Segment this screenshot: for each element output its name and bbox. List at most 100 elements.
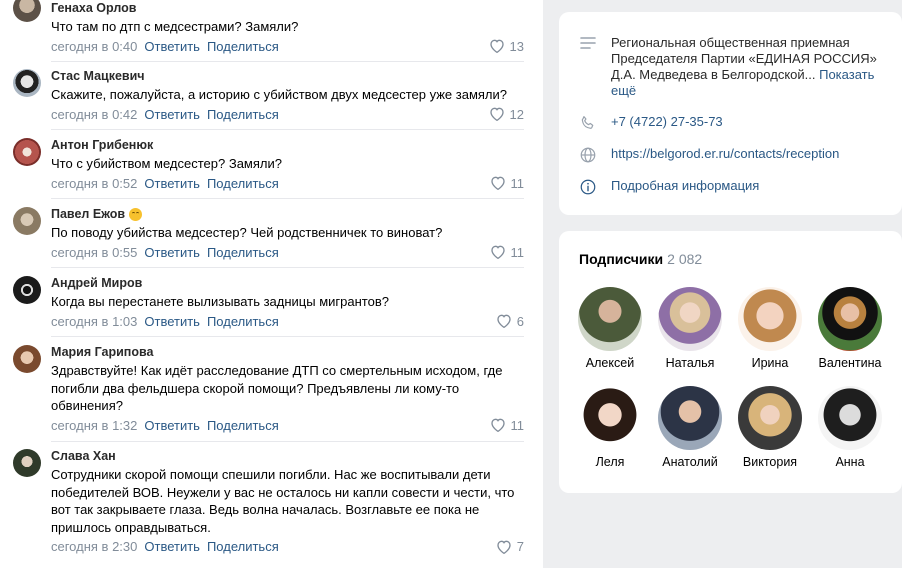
heart-icon <box>489 107 504 121</box>
avatar <box>738 386 802 450</box>
subscriber-name: Анна <box>835 455 865 469</box>
comment-author[interactable]: Павел Ежов <box>51 207 524 222</box>
contacts-panel: Региональная общественная приемная Предс… <box>559 12 902 215</box>
subscriber-item[interactable]: Валентина <box>810 287 890 370</box>
phone-link[interactable]: +7 (4722) 27-35-73 <box>611 114 723 135</box>
comment-date[interactable]: сегодня в 1:32 <box>51 418 137 433</box>
reply-link[interactable]: Ответить <box>144 418 200 433</box>
comment-meta: сегодня в 0:55 Ответить Поделиться 11 <box>51 245 524 260</box>
avatar[interactable] <box>13 345 41 373</box>
comments-list: Генаха Орлов Что там по дтп с медсестрам… <box>0 0 543 568</box>
subscriber-item[interactable]: Наталья <box>650 287 730 370</box>
subscriber-name: Леля <box>595 455 625 469</box>
comment-author[interactable]: Мария Гарипова <box>51 345 524 360</box>
comment-date[interactable]: сегодня в 0:40 <box>51 39 137 54</box>
reply-link[interactable]: Ответить <box>144 107 200 122</box>
subscriber-item[interactable]: Анна <box>810 386 890 469</box>
like-button[interactable]: 12 <box>489 107 524 122</box>
phone-row[interactable]: +7 (4722) 27-35-73 <box>579 114 888 135</box>
avatar[interactable] <box>13 138 41 166</box>
subscriber-name: Ирина <box>751 356 789 370</box>
heart-icon <box>497 314 511 328</box>
comment-author[interactable]: Андрей Миров <box>51 276 524 291</box>
like-count: 11 <box>510 244 525 260</box>
description-text: Региональная общественная приемная Предс… <box>611 35 888 99</box>
like-count: 7 <box>516 539 524 554</box>
like-button[interactable]: 11 <box>490 417 525 433</box>
reply-link[interactable]: Ответить <box>144 176 200 191</box>
reply-link[interactable]: Ответить <box>144 539 200 554</box>
like-button[interactable]: 13 <box>489 39 524 54</box>
subscriber-item[interactable]: Ирина <box>730 287 810 370</box>
subscriber-item[interactable]: Алексей <box>570 287 650 370</box>
reply-link[interactable]: Ответить <box>144 39 200 54</box>
comment-meta: сегодня в 0:42 Ответить Поделиться 12 <box>51 107 524 122</box>
like-button[interactable]: 11 <box>490 176 524 191</box>
comment-text: Когда вы перестанете вылизывать задницы … <box>51 294 389 309</box>
comment-date[interactable]: сегодня в 0:42 <box>51 107 137 122</box>
avatar[interactable] <box>13 0 41 22</box>
heart-icon <box>497 540 511 554</box>
avatar <box>738 287 802 351</box>
avatar[interactable] <box>13 69 41 97</box>
subscribers-panel: Подписчики 2 082 Алексей Наталья Ирина Ва… <box>559 231 902 493</box>
info-icon <box>579 178 599 199</box>
info-row[interactable]: Подробная информация <box>579 178 888 199</box>
comment-author[interactable]: Слава Хан <box>51 449 524 464</box>
comment-date[interactable]: сегодня в 0:55 <box>51 245 137 260</box>
comment-text: Сотрудники скорой помощи спешили погибли… <box>51 467 515 535</box>
subscriber-name: Виктория <box>742 455 798 469</box>
avatar[interactable] <box>13 276 41 304</box>
avatar <box>578 287 642 351</box>
subscriber-name: Алексей <box>585 356 635 370</box>
comment-text: Что там по дтп с медсестрами? Замяли? <box>51 19 299 34</box>
website-link[interactable]: https://belgorod.er.ru/contacts/receptio… <box>611 146 839 167</box>
share-link[interactable]: Поделиться <box>207 539 279 554</box>
divider <box>51 267 524 268</box>
comment-author[interactable]: Генаха Орлов <box>51 1 524 16</box>
share-link[interactable]: Поделиться <box>207 314 279 329</box>
avatar[interactable] <box>13 207 41 235</box>
comment-meta: сегодня в 1:32 Ответить Поделиться 11 <box>51 418 524 433</box>
comment-date[interactable]: сегодня в 0:52 <box>51 176 137 191</box>
share-link[interactable]: Поделиться <box>207 39 279 54</box>
like-count: 12 <box>509 106 524 122</box>
subscriber-item[interactable]: Виктория <box>730 386 810 469</box>
comment-author[interactable]: Антон Грибенюк <box>51 138 524 153</box>
share-link[interactable]: Поделиться <box>207 418 279 433</box>
reply-link[interactable]: Ответить <box>144 314 200 329</box>
share-link[interactable]: Поделиться <box>207 107 279 122</box>
smile-emoji-icon <box>129 208 143 221</box>
divider <box>51 129 524 130</box>
subscriber-name: Валентина <box>818 356 882 370</box>
website-row[interactable]: https://belgorod.er.ru/contacts/receptio… <box>579 146 888 167</box>
like-button[interactable]: 11 <box>490 244 525 260</box>
share-link[interactable]: Поделиться <box>207 176 279 191</box>
avatar[interactable] <box>13 449 41 477</box>
avatar <box>658 287 722 351</box>
comment-meta: сегодня в 2:30 Ответить Поделиться 7 <box>51 539 524 554</box>
subscriber-item[interactable]: Леля <box>570 386 650 469</box>
comment-date[interactable]: сегодня в 1:03 <box>51 314 137 329</box>
reply-link[interactable]: Ответить <box>144 245 200 260</box>
description-row: Региональная общественная приемная Предс… <box>579 35 888 99</box>
like-button[interactable]: 7 <box>496 539 524 554</box>
subscribers-header[interactable]: Подписчики 2 082 <box>579 251 702 267</box>
comment-text: Что с убийством медсестер? Замяли? <box>51 156 282 171</box>
like-button[interactable]: 6 <box>496 314 524 329</box>
comment-meta: сегодня в 0:40 Ответить Поделиться 13 <box>51 39 524 54</box>
share-link[interactable]: Поделиться <box>207 245 279 260</box>
subscriber-item[interactable]: Анатолий <box>650 386 730 469</box>
details-link[interactable]: Подробная информация <box>611 178 759 199</box>
phone-icon <box>579 114 599 135</box>
comment-text: Скажите, пожалуйста, а историю с убийств… <box>51 87 508 102</box>
subscriber-name: Наталья <box>665 356 715 370</box>
comment-date[interactable]: сегодня в 2:30 <box>51 539 137 554</box>
heart-icon <box>490 245 505 259</box>
avatar <box>578 386 642 450</box>
comment-author[interactable]: Стас Мацкевич <box>51 69 524 84</box>
comment-meta: сегодня в 0:52 Ответить Поделиться 11 <box>51 176 524 191</box>
author-name: Павел Ежов <box>51 207 126 221</box>
like-count: 11 <box>510 417 525 433</box>
subscriber-name: Анатолий <box>662 455 718 469</box>
